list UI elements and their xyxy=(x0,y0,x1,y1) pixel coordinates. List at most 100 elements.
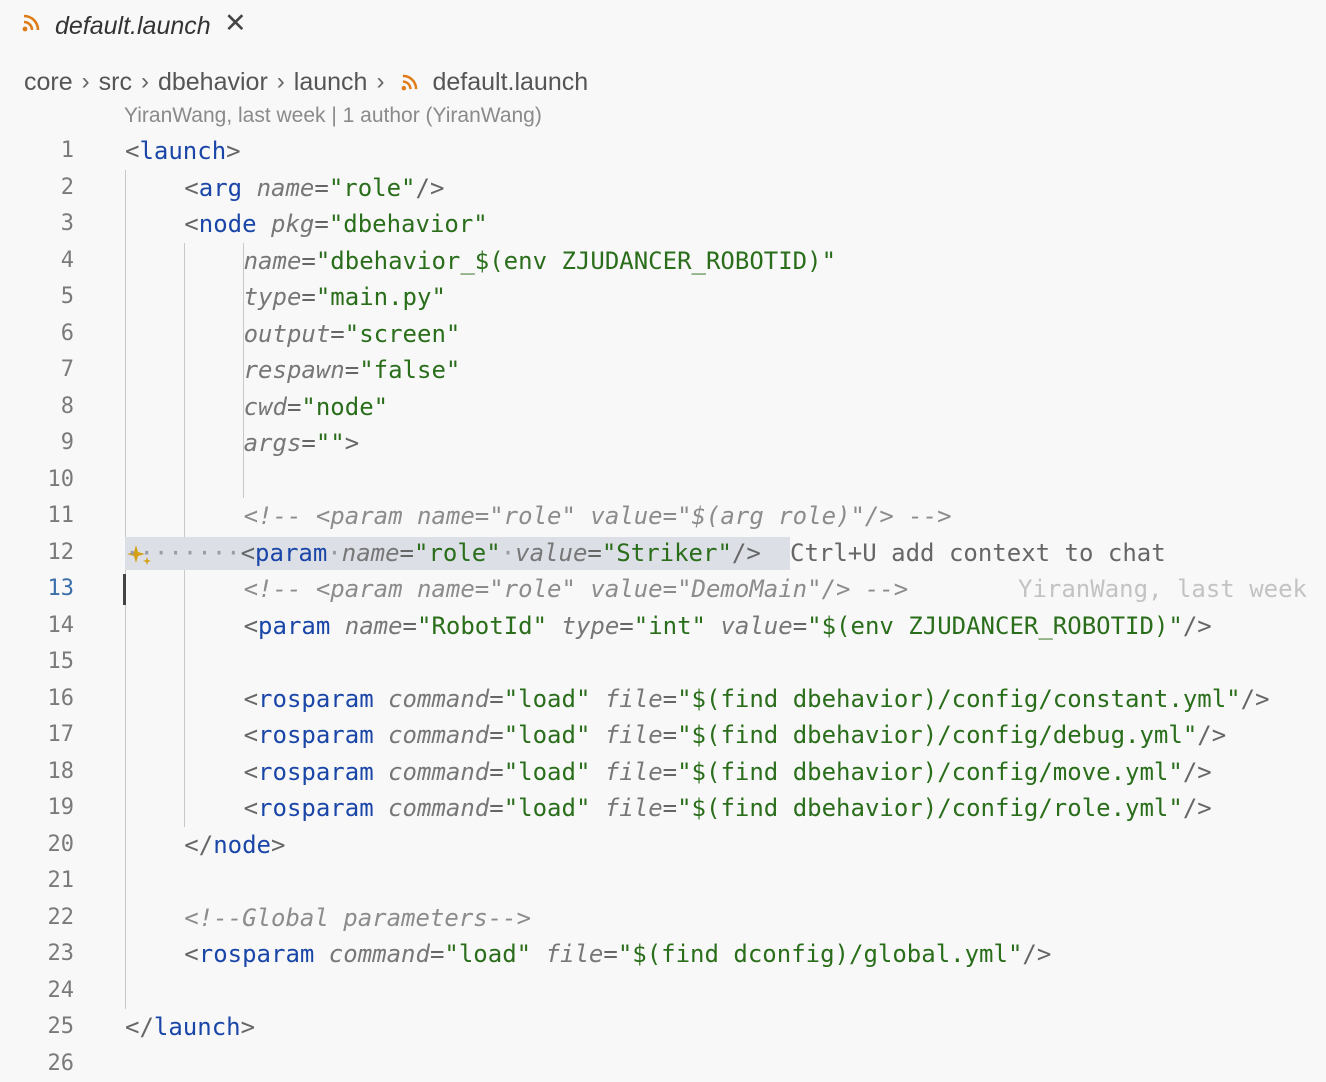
string-value: "false" xyxy=(359,356,460,384)
code-line[interactable]: 21 xyxy=(0,863,1326,900)
close-icon[interactable]: ✕ xyxy=(224,10,247,37)
line-number: 3 xyxy=(0,206,74,243)
code-line[interactable]: 15 xyxy=(0,644,1326,681)
line-text: respawn="false" xyxy=(244,352,461,389)
space xyxy=(547,612,561,640)
attribute-name: file xyxy=(605,685,663,713)
code-line[interactable]: 12········<param·name="role"·value="Stri… xyxy=(0,535,1326,572)
string-value: "$(find dconfig)/global.yml" xyxy=(618,940,1023,968)
line-text: </launch> xyxy=(125,1009,255,1046)
string-value: "$(find dbehavior)/config/debug.yml" xyxy=(677,721,1197,749)
line-text: </node> xyxy=(184,827,285,864)
tag-name: rosparam xyxy=(258,685,374,713)
punctuation: > xyxy=(226,137,240,165)
rss-icon xyxy=(22,14,40,37)
attribute-name: type xyxy=(244,283,302,311)
code-line[interactable]: 1<launch> xyxy=(0,133,1326,170)
string-value: "role" xyxy=(414,539,501,567)
string-value: "screen" xyxy=(345,320,461,348)
attribute-name: args xyxy=(244,429,302,457)
code-line[interactable]: 17<rosparam command="load" file="$(find … xyxy=(0,717,1326,754)
line-number: 10 xyxy=(0,462,74,499)
code-line[interactable]: 9args=""> xyxy=(0,425,1326,462)
tag-name: arg xyxy=(199,174,242,202)
attribute-name: command xyxy=(388,794,489,822)
code-line[interactable]: 24 xyxy=(0,973,1326,1010)
punctuation: = xyxy=(301,429,315,457)
line-text: <!-- <param name="role" value="$(arg rol… xyxy=(244,498,952,535)
line-number: 17 xyxy=(0,717,74,754)
punctuation: < xyxy=(244,612,258,640)
line-number: 13 xyxy=(0,571,74,608)
code-line[interactable]: 20</node> xyxy=(0,827,1326,864)
line-text: <rosparam command="load" file="$(find db… xyxy=(244,790,1212,827)
codelens-blame[interactable]: YiranWang, last week | 1 author (YiranWa… xyxy=(124,104,542,128)
space xyxy=(314,940,328,968)
code-line[interactable]: 10 xyxy=(0,462,1326,499)
code-line[interactable]: 4name="dbehavior_$(env ZJUDANCER_ROBOTID… xyxy=(0,243,1326,280)
string-value: "load" xyxy=(504,685,591,713)
code-line[interactable]: 18<rosparam command="load" file="$(find … xyxy=(0,754,1326,791)
code-line[interactable]: 7 respawn="false" xyxy=(0,352,1326,389)
code-line[interactable]: 13<!-- <param name="role" value="DemoMai… xyxy=(0,571,1326,608)
breadcrumb-item-file[interactable]: default.launch xyxy=(432,68,588,97)
punctuation: < xyxy=(241,539,255,567)
code-line[interactable]: 19<rosparam command="load" file="$(find … xyxy=(0,790,1326,827)
space xyxy=(590,794,604,822)
attribute-name: cwd xyxy=(244,393,287,421)
attribute-name: command xyxy=(388,721,489,749)
space xyxy=(374,758,388,786)
code-line[interactable]: 23<rosparam command="load" file="$(find … xyxy=(0,936,1326,973)
code-line[interactable]: 16<rosparam command="load" file="$(find … xyxy=(0,681,1326,718)
space xyxy=(374,685,388,713)
string-value: "role" xyxy=(329,174,416,202)
tag-name: rosparam xyxy=(258,758,374,786)
code-line[interactable]: 8cwd="node" xyxy=(0,389,1326,426)
line-number: 7 xyxy=(0,352,74,389)
breadcrumb-item-core[interactable]: core xyxy=(24,68,73,97)
line-text: type="main.py" xyxy=(244,279,446,316)
rss-icon xyxy=(401,74,418,91)
punctuation: = xyxy=(663,794,677,822)
code-line[interactable]: 25 </launch> xyxy=(0,1009,1326,1046)
breadcrumb-item-dbehavior[interactable]: dbehavior xyxy=(158,68,268,97)
code-line[interactable]: 26 xyxy=(0,1046,1326,1082)
code-line[interactable]: 14<param name="RobotId" type="int" value… xyxy=(0,608,1326,645)
line-text: <!--Global parameters--> xyxy=(184,900,531,937)
attribute-name: file xyxy=(605,721,663,749)
attribute-name: file xyxy=(605,794,663,822)
code-line[interactable]: 11<!-- <param name="role" value="$(arg r… xyxy=(0,498,1326,535)
code-editor[interactable]: 1<launch>2<arg name="role"/>3<node pkg="… xyxy=(0,133,1326,1082)
punctuation: < xyxy=(244,721,258,749)
code-line[interactable]: 2<arg name="role"/> xyxy=(0,170,1326,207)
attribute-name: name xyxy=(345,612,403,640)
code-line[interactable]: 22 <!--Global parameters--> xyxy=(0,900,1326,937)
line-number: 16 xyxy=(0,681,74,718)
attribute-name: file xyxy=(546,940,604,968)
line-number: 6 xyxy=(0,316,74,353)
line-number: 8 xyxy=(0,389,74,426)
line-number: 9 xyxy=(0,425,74,462)
string-value: "node" xyxy=(301,393,388,421)
code-line[interactable]: 6output="screen" xyxy=(0,316,1326,353)
breadcrumb-item-launch[interactable]: launch xyxy=(294,68,368,97)
attribute-name: name xyxy=(342,539,400,567)
string-value: "" xyxy=(316,429,345,457)
line-number: 25 xyxy=(0,1009,74,1046)
code-line[interactable]: 5type="main.py" xyxy=(0,279,1326,316)
space xyxy=(531,940,545,968)
code-line[interactable]: 3<node pkg="dbehavior" xyxy=(0,206,1326,243)
breadcrumb-item-src[interactable]: src xyxy=(99,68,132,97)
punctuation: /> xyxy=(1183,794,1212,822)
tag-name: param xyxy=(255,539,327,567)
attribute-name: value xyxy=(515,539,587,567)
punctuation: = xyxy=(403,612,417,640)
line-number: 19 xyxy=(0,790,74,827)
space xyxy=(590,758,604,786)
string-value: "RobotId" xyxy=(417,612,547,640)
punctuation: = xyxy=(663,721,677,749)
punctuation: </ xyxy=(184,831,213,859)
string-value: "dbehavior" xyxy=(329,210,488,238)
editor-tab[interactable]: default.launch ✕ xyxy=(0,0,1326,56)
line-number: 22 xyxy=(0,900,74,937)
